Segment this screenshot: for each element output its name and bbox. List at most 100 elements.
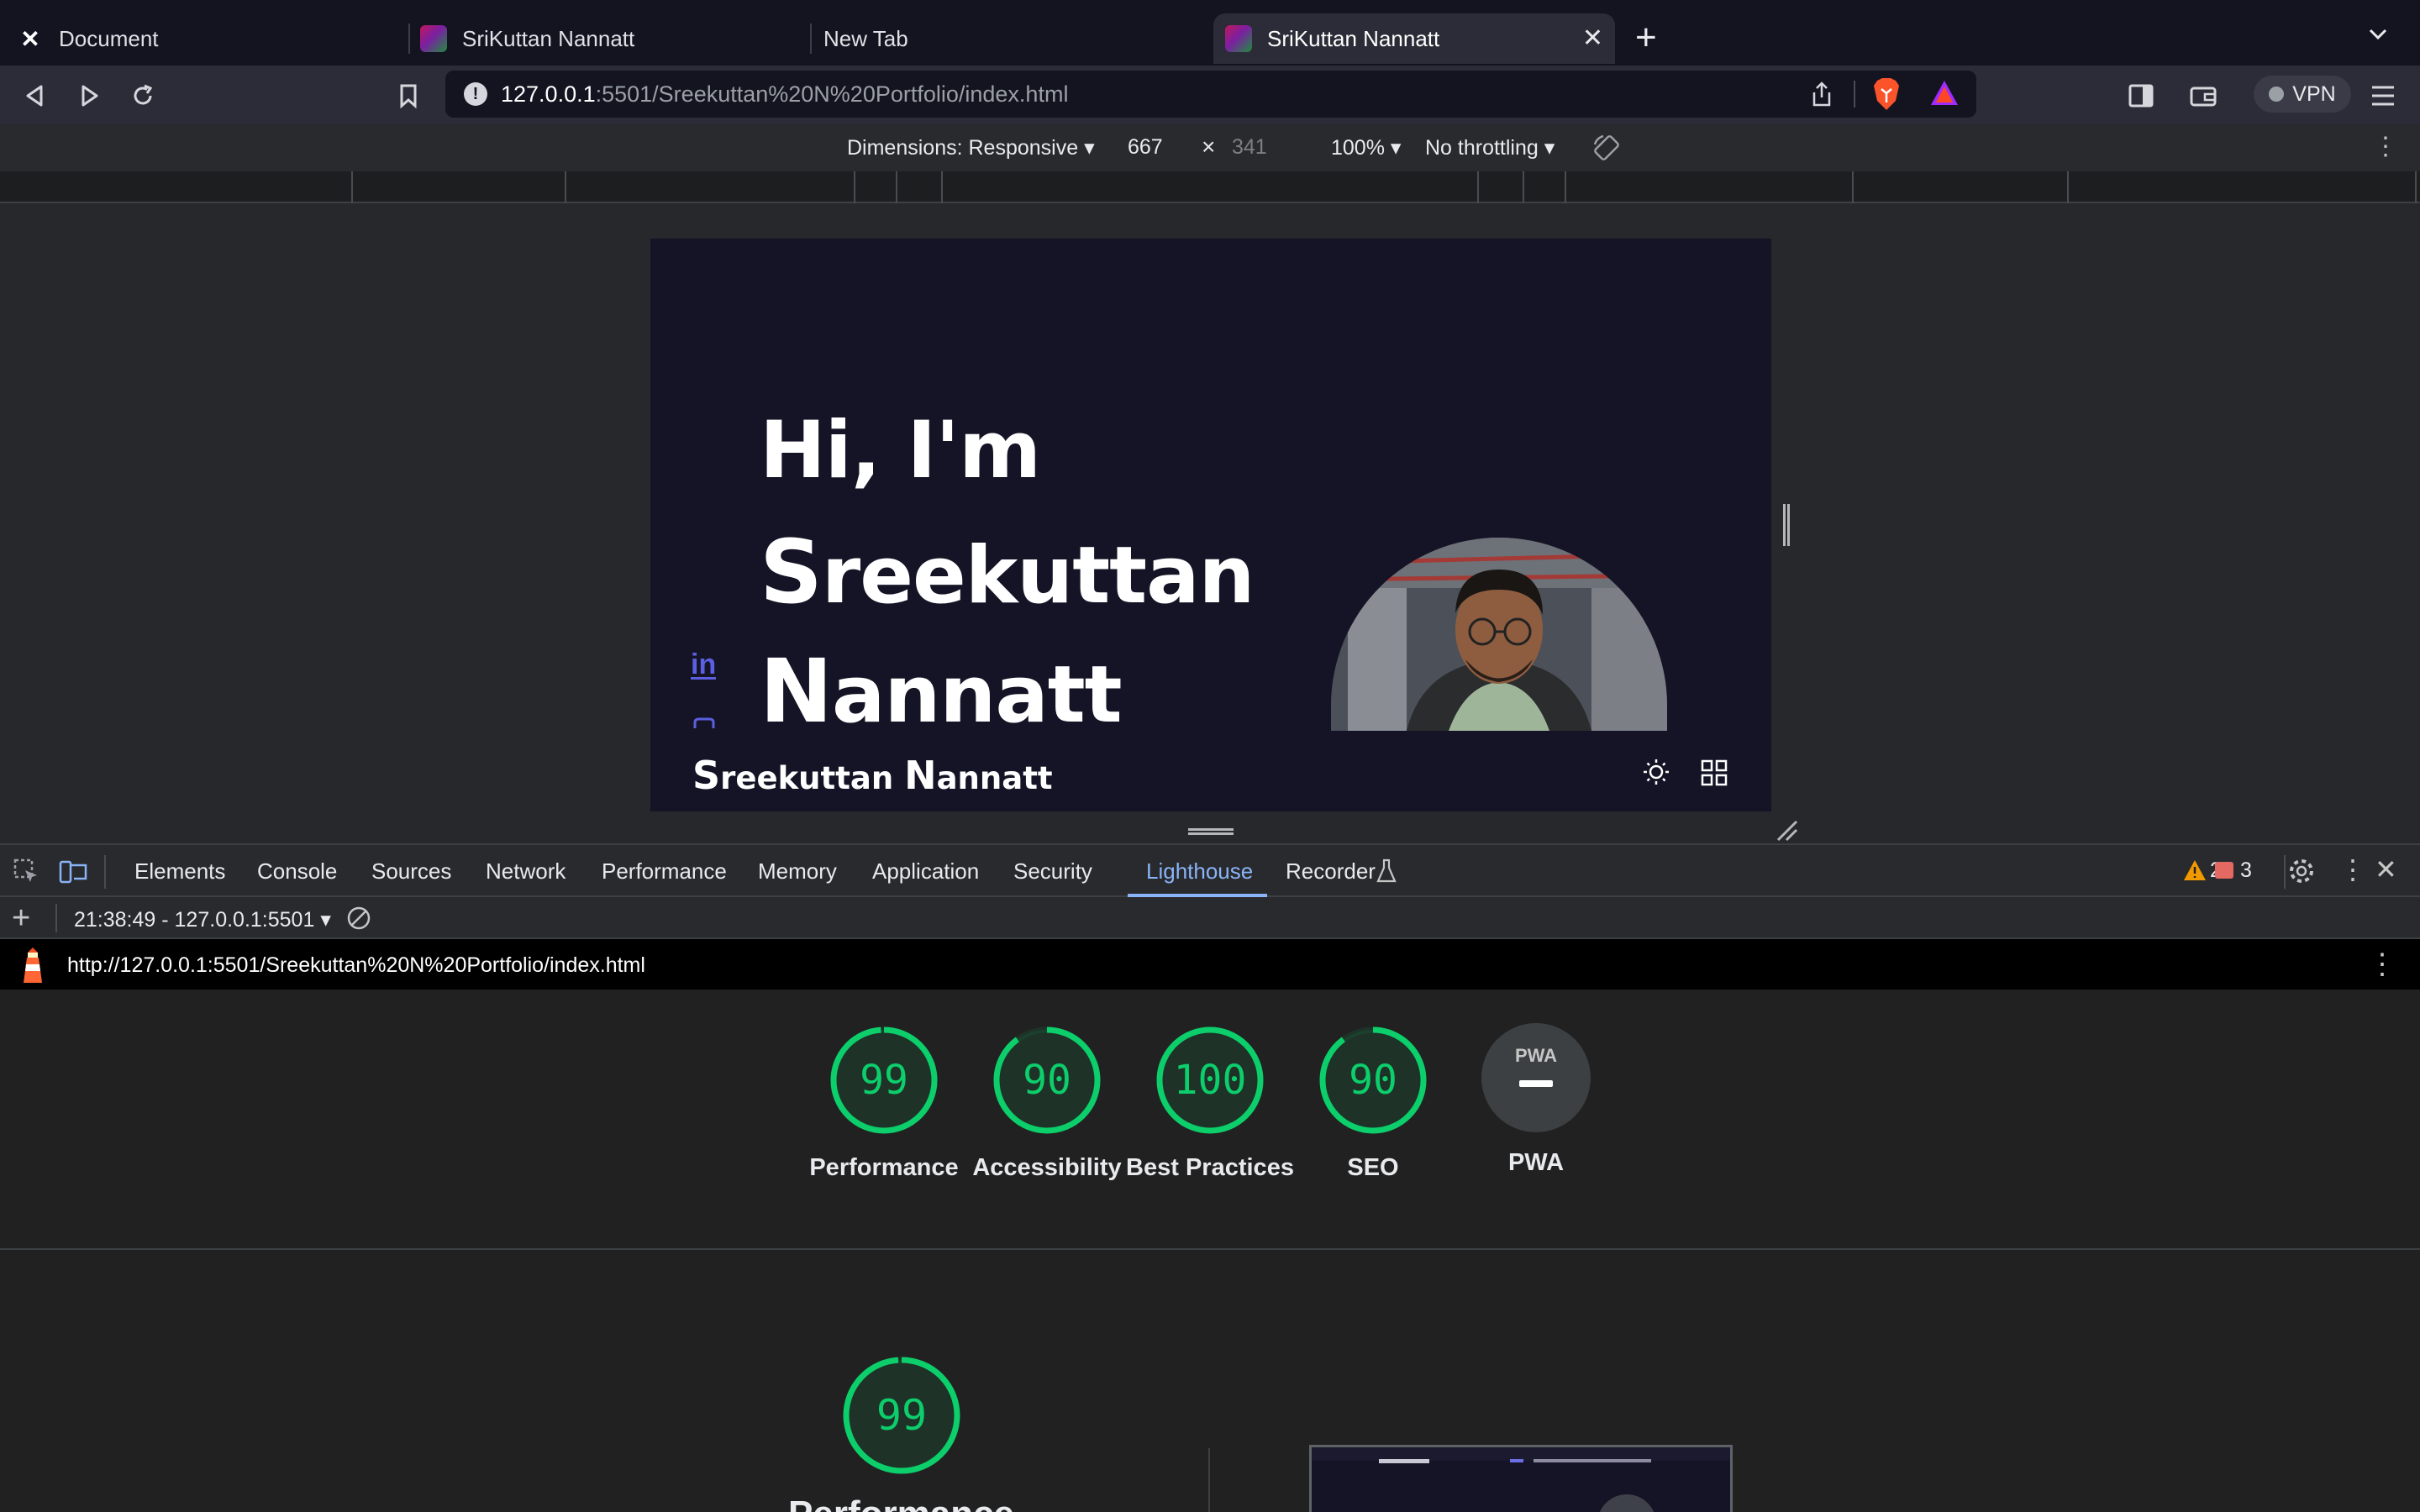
devtools-tab-memory[interactable]: Memory [758,858,837,885]
zoom-dropdown[interactable]: 100% ▾ [1331,135,1401,160]
tab-document[interactable]: ✕ Document [17,13,403,64]
gauge-label: Performance [809,1154,959,1181]
toolbar-divider [55,904,57,932]
thumb-nav [1510,1459,1523,1462]
hero-first-initial: S [760,521,823,623]
address-bar[interactable]: ! 127.0.0.1:5501/Sreekuttan%20N%20Portfo… [445,71,1976,118]
throttling-label: No throttling [1425,136,1539,160]
site-info-icon[interactable]: ! [464,82,487,106]
vpn-button[interactable]: VPN [2254,76,2351,113]
devtools-tab-performance[interactable]: Performance [602,858,727,885]
report-more-icon[interactable]: ⋮ [2368,948,2396,981]
vpn-status-icon [2269,87,2285,102]
resize-handle-bottom[interactable] [1188,828,1234,835]
height-input[interactable]: 341 [1232,135,1267,160]
sidebar-toggle-icon[interactable] [2124,79,2158,113]
bookmark-icon[interactable] [392,79,425,113]
experimental-flask-icon [1376,858,1397,884]
big-performance-score: 99 [876,1391,928,1440]
devtools-tab-application[interactable]: Application [872,858,979,885]
hero-last-initial: N [760,640,833,743]
tab-separator [810,24,812,54]
devtools-tab-console[interactable]: Console [257,858,337,885]
report-selector-label: 21:38:49 - 127.0.0.1:5501 [74,908,315,932]
portfolio-page: Hi, I'm Sreekuttan Nannatt in Sreekuttan… [650,239,1771,811]
final-screenshot-thumbnail[interactable] [1309,1445,1733,1512]
devtools-tab-sources[interactable]: Sources [371,858,451,885]
resize-handle-right[interactable] [1783,504,1790,546]
tab-portfolio-active[interactable]: SriKuttan Nannatt ✕ [1213,13,1615,64]
report-url[interactable]: http://127.0.0.1:5501/Sreekuttan%20N%20P… [67,953,645,978]
tab-close-icon[interactable]: ✕ [1582,24,1603,53]
dropdown-caret-icon: ▾ [1544,136,1555,160]
lighthouse-logo-icon [18,946,47,984]
ruler-tick [1565,171,1566,203]
tab-search-chevron-icon[interactable] [2368,24,2388,44]
pwa-badge-text: PWA [1514,1045,1558,1066]
device-more-icon[interactable]: ⋮ [2373,134,2398,160]
gauge-label: Accessibility [972,1154,1122,1181]
pwa-dash [1519,1080,1553,1087]
new-tab-plus-icon[interactable]: + [1635,17,1657,59]
tab-strip: ✕ Document SriKuttan Nannatt New Tab Sri… [0,0,2420,66]
width-input[interactable]: 667 [1128,135,1163,160]
devtools-close-icon[interactable]: ✕ [2375,853,2397,885]
toolbar-divider [104,855,106,889]
menu-hamburger-icon[interactable] [2366,79,2400,113]
reload-icon[interactable] [126,79,160,113]
tab-title: New Tab [823,25,908,51]
clear-reports-icon[interactable] [346,906,371,931]
devtools-tab-lighthouse[interactable]: Lighthouse [1146,858,1253,885]
linkedin-icon[interactable]: in [691,650,717,680]
rotate-icon[interactable] [1591,133,1622,163]
thumb-brand [1379,1459,1429,1463]
devtools-tab-network[interactable]: Network [486,858,566,885]
dimensions-dropdown[interactable]: Dimensions: Responsive ▾ [847,135,1095,160]
settings-gear-icon[interactable] [2287,857,2316,885]
devtools-tab-elements[interactable]: Elements [134,858,225,885]
lighthouse-report: 99 Performance 90 Accessibility 100 Best Prac… [0,990,2420,1512]
ruler-tick [941,171,943,203]
resize-corner-icon[interactable] [1776,820,1798,842]
throttling-dropdown[interactable]: No throttling ▾ [1425,135,1555,160]
tab-new-tab[interactable]: New Tab [823,13,1202,64]
forward-icon[interactable] [72,79,106,113]
brave-shields-icon[interactable] [1872,77,1901,111]
gauge-accessibility[interactable]: 90 Accessibility [955,1023,1139,1184]
theme-toggle-sun-icon[interactable] [1642,758,1670,786]
error-count[interactable]: 3 [2240,858,2252,883]
report-selector[interactable]: 21:38:49 - 127.0.0.1:5501 ▾ [74,907,331,932]
thumb-nav [1534,1459,1651,1462]
ruler-tick [896,171,897,203]
gauge-best-practices[interactable]: 100 Best Practices [1118,1023,1302,1184]
gauge-seo[interactable]: 90 SEO [1281,1023,1465,1184]
wallet-icon[interactable] [2186,79,2220,113]
dimension-times-icon: × [1202,134,1216,160]
gauge-label: PWA [1507,1149,1565,1176]
devtools-tab-security[interactable]: Security [1013,858,1092,885]
brand-initial-1: S [692,753,721,798]
gauge-score: 90 [1023,1057,1071,1104]
devtools-more-icon[interactable]: ⋮ [2339,853,2366,885]
grid-menu-icon[interactable] [1701,759,1728,786]
big-performance-label: Performance [788,1494,1014,1512]
url-path: :5501/Sreekuttan%20N%20Portfolio/index.h… [595,81,1069,107]
github-icon[interactable] [692,717,716,729]
brand-logo[interactable]: Sreekuttan Nannatt [692,753,1053,798]
share-icon[interactable] [1810,81,1833,108]
media-query-ruler[interactable] [0,171,2420,203]
inspect-element-icon[interactable] [13,858,40,885]
hero-first-name: Sreekuttan [760,521,1255,623]
device-toolbar-toggle-icon[interactable] [59,858,87,885]
gauge-pwa[interactable]: PWA PWA [1444,1023,1628,1179]
dropdown-caret-icon: ▾ [320,908,331,932]
device-toolbar: Dimensions: Responsive ▾ 667 × 341 100% … [0,124,2420,171]
devtools-tab-recorder[interactable]: Recorder [1286,858,1376,885]
dropdown-caret-icon: ▾ [1390,136,1402,160]
new-report-plus-icon[interactable]: + [12,900,30,937]
brave-rewards-icon[interactable] [1929,79,1960,108]
tab-portfolio-1[interactable]: SriKuttan Nannatt [420,13,798,64]
back-icon[interactable] [18,79,52,113]
gauge-performance[interactable]: 99 Performance [792,1023,976,1184]
portfolio-favicon-icon [420,25,447,52]
